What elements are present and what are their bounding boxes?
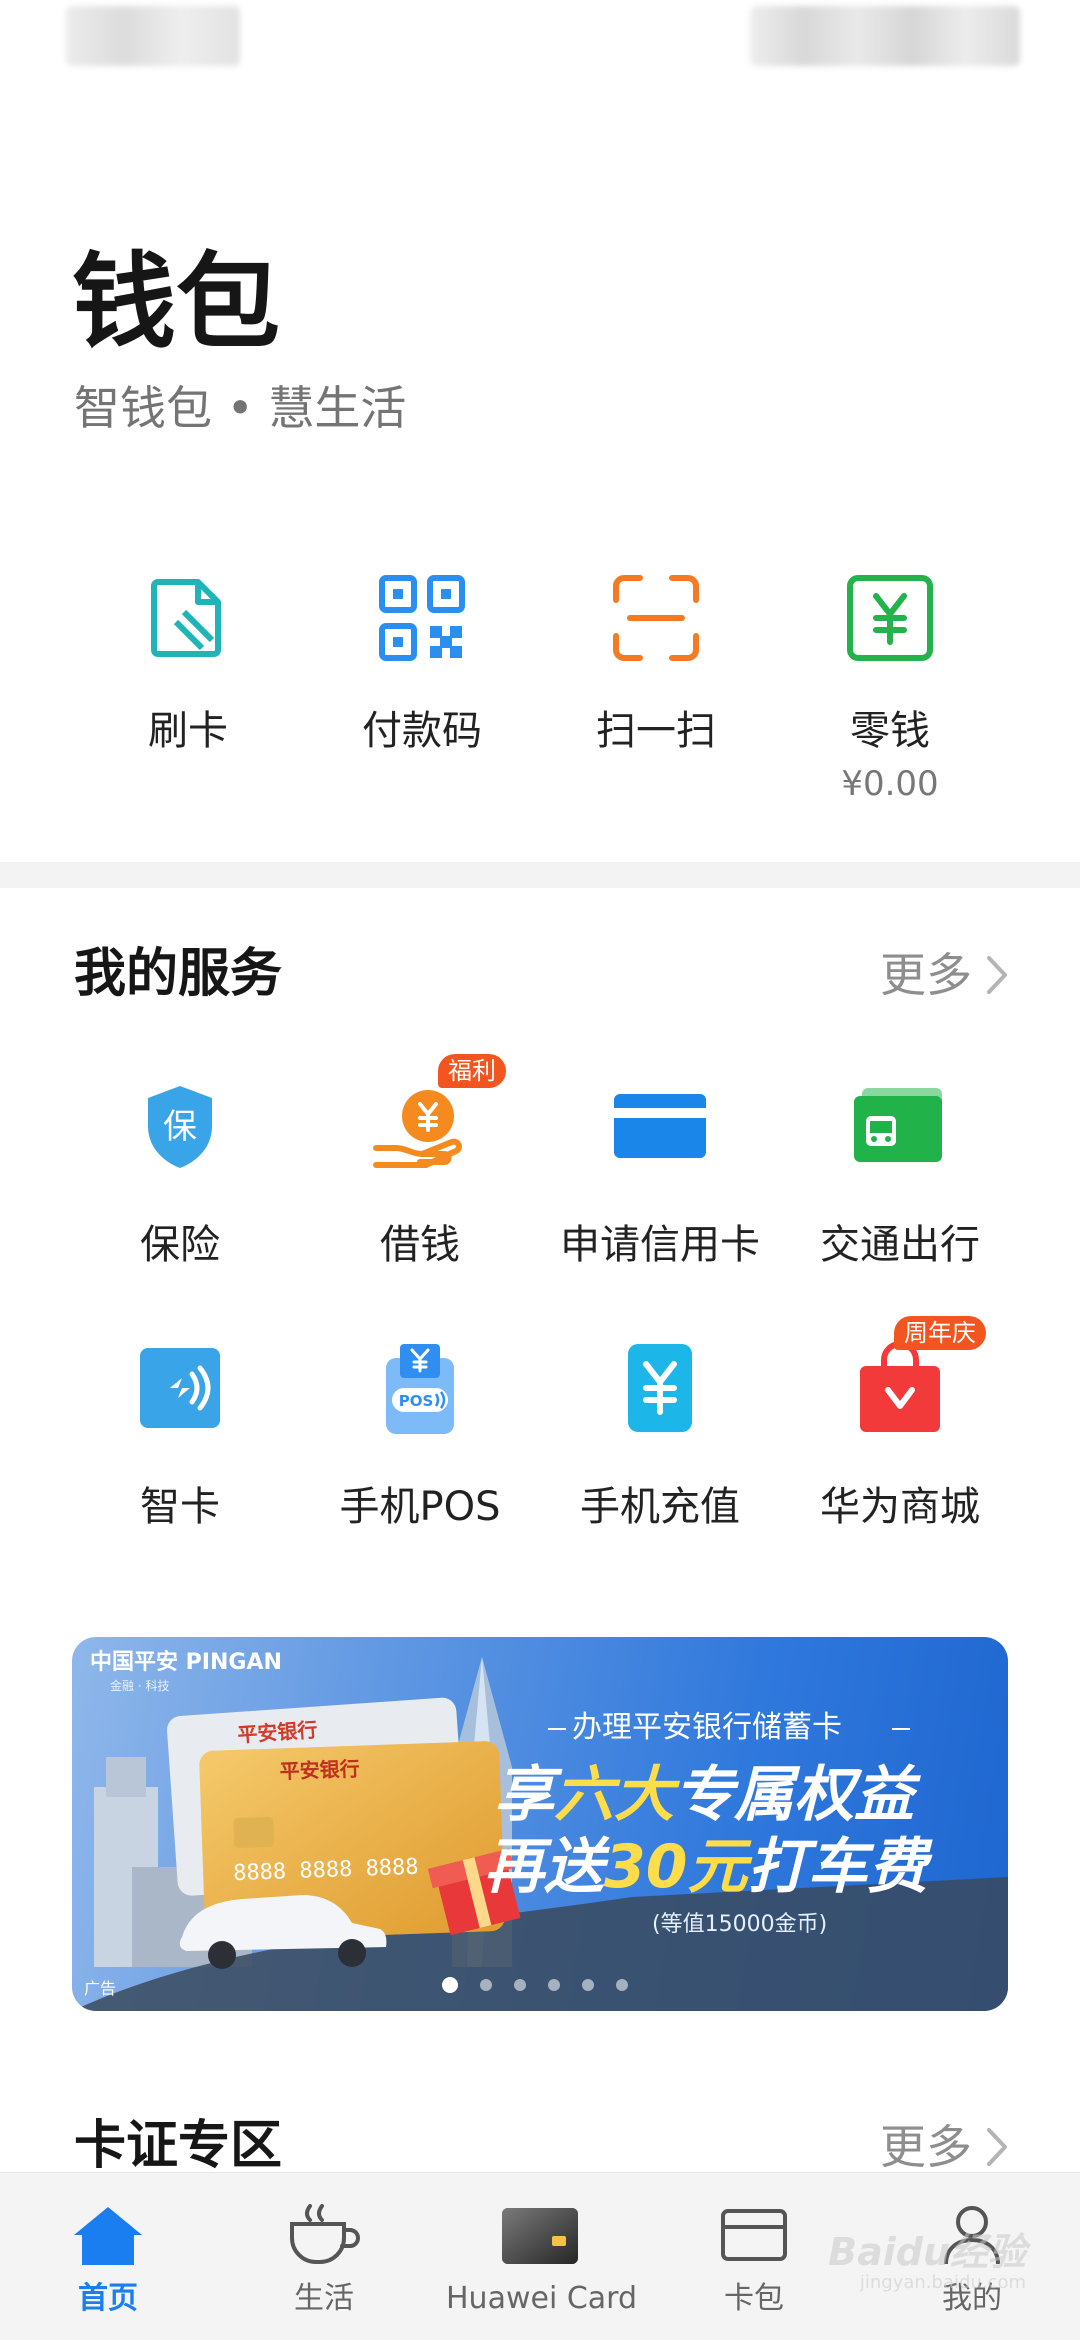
card-wallet-icon — [694, 2199, 814, 2271]
svg-text:平安银行: 平安银行 — [279, 1757, 360, 1784]
service-label: 手机POS — [339, 1484, 501, 1530]
carousel-dot[interactable] — [442, 1977, 458, 1993]
shopping-bag-icon: 周年庆 — [850, 1316, 986, 1438]
service-label: 手机充值 — [580, 1484, 740, 1530]
service-label: 智卡 — [140, 1484, 220, 1530]
nav-label: 首页 — [78, 2281, 138, 2316]
service-phone-recharge[interactable]: 手机充值 — [540, 1338, 780, 1538]
chevron-right-icon — [987, 2128, 1007, 2166]
service-credit-card[interactable]: 申请信用卡 — [540, 1076, 780, 1276]
more-label: 更多 — [880, 2120, 972, 2174]
service-label: 申请信用卡 — [560, 1222, 760, 1268]
section-divider — [0, 862, 1080, 888]
cards-section-title: 卡证专区 — [74, 2116, 283, 2176]
carousel-indicator[interactable] — [442, 1977, 628, 1993]
anniversary-badge: 周年庆 — [894, 1316, 986, 1350]
quick-action-swipe-card[interactable]: 刷卡 — [71, 570, 305, 830]
service-label: 保险 — [140, 1222, 220, 1268]
nav-card-wallet[interactable]: 卡包 — [694, 2199, 814, 2329]
bus-card-icon — [850, 1076, 950, 1176]
nfc-card-icon — [130, 1338, 230, 1438]
chevron-right-icon — [987, 956, 1007, 994]
nav-home[interactable]: 首页 — [48, 2199, 168, 2329]
banner-headline: 办理平安银行储蓄卡 — [572, 1710, 842, 1745]
quick-action-label: 刷卡 — [148, 708, 228, 754]
carousel-dot[interactable] — [548, 1979, 560, 1991]
service-borrow[interactable]: 福利 借钱 — [300, 1054, 540, 1276]
nav-label: 生活 — [294, 2281, 354, 2316]
credit-card-icon — [610, 1076, 710, 1176]
banner-line-1: 享六大专属权益 — [494, 1760, 914, 1830]
banner-note: (等值15000金币) — [652, 1912, 828, 1937]
quick-action-scan[interactable]: 扫一扫 — [539, 570, 773, 830]
service-label: 华为商城 — [820, 1484, 980, 1530]
scan-icon — [608, 570, 704, 666]
ad-label: 广告 — [84, 1979, 117, 1998]
nav-label: 卡包 — [724, 2281, 784, 2316]
carousel-dot[interactable] — [616, 1979, 628, 1991]
services-section-title: 我的服务 — [74, 944, 283, 1004]
services-more-link[interactable]: 更多 — [880, 945, 1008, 1005]
service-label: 交通出行 — [820, 1222, 980, 1268]
home-icon — [48, 2199, 168, 2271]
service-smart-card[interactable]: 智卡 — [60, 1338, 300, 1538]
qr-code-icon — [374, 570, 470, 666]
wallet-page: 钱包 智钱包 • 慧生活 刷卡 付款码 扫一扫 零钱 ¥0.00 我的服务 更多… — [0, 0, 1080, 2340]
svg-text:保: 保 — [163, 1107, 197, 1147]
nav-life[interactable]: 生活 — [264, 2199, 384, 2329]
page-title: 钱包 — [72, 241, 281, 363]
promo-banner[interactable]: 平安银行 平安银行 8888 8888 8888 中国平安 PINGAN 金融 … — [72, 1637, 1008, 2011]
quick-action-balance[interactable]: 零钱 ¥0.00 — [773, 570, 1007, 830]
quick-action-label: 付款码 — [362, 708, 482, 754]
cards-more-link[interactable]: 更多 — [880, 2117, 1008, 2177]
quick-action-label: 零钱 — [850, 708, 930, 754]
shield-insurance-icon: 保 — [130, 1076, 230, 1176]
quick-action-payment-code[interactable]: 付款码 — [305, 570, 539, 830]
coffee-cup-icon — [264, 2199, 384, 2271]
page-subtitle: 智钱包 • 慧生活 — [74, 381, 407, 435]
quick-action-label: 扫一扫 — [596, 708, 716, 754]
status-bar-time-blurred — [66, 6, 240, 66]
watermark: Baidu经验 jingyan.baidu.com — [828, 2230, 1026, 2293]
banner-brand-sub: 金融 · 科技 — [110, 1679, 170, 1693]
nav-label: Huawei Card — [446, 2281, 638, 2316]
card-swipe-icon — [140, 570, 236, 666]
service-mobile-pos[interactable]: POS 手机POS — [300, 1338, 540, 1538]
service-transport[interactable]: 交通出行 — [780, 1076, 1020, 1276]
welfare-badge: 福利 — [438, 1054, 506, 1088]
status-bar-indicators-blurred — [750, 6, 1020, 66]
service-insurance[interactable]: 保 保险 — [60, 1076, 300, 1276]
balance-amount: ¥0.00 — [841, 764, 939, 804]
more-label: 更多 — [880, 948, 972, 1002]
nav-huawei-card[interactable]: Huawei Card — [446, 2199, 638, 2329]
phone-recharge-icon — [610, 1338, 710, 1438]
hand-coin-icon: 福利 — [370, 1054, 506, 1176]
banner-line-2: 再送30元打车费 — [484, 1832, 928, 1902]
service-label: 借钱 — [380, 1222, 460, 1268]
yuan-wallet-icon — [842, 570, 938, 666]
carousel-dot[interactable] — [480, 1979, 492, 1991]
service-huawei-mall[interactable]: 周年庆 华为商城 — [780, 1316, 1020, 1538]
carousel-dot[interactable] — [514, 1979, 526, 1991]
svg-text:POS: POS — [399, 1392, 434, 1410]
banner-brand: 中国平安 PINGAN — [90, 1650, 282, 1675]
carousel-dot[interactable] — [582, 1979, 594, 1991]
pos-terminal-icon: POS — [370, 1338, 470, 1438]
huawei-card-icon — [446, 2199, 634, 2271]
